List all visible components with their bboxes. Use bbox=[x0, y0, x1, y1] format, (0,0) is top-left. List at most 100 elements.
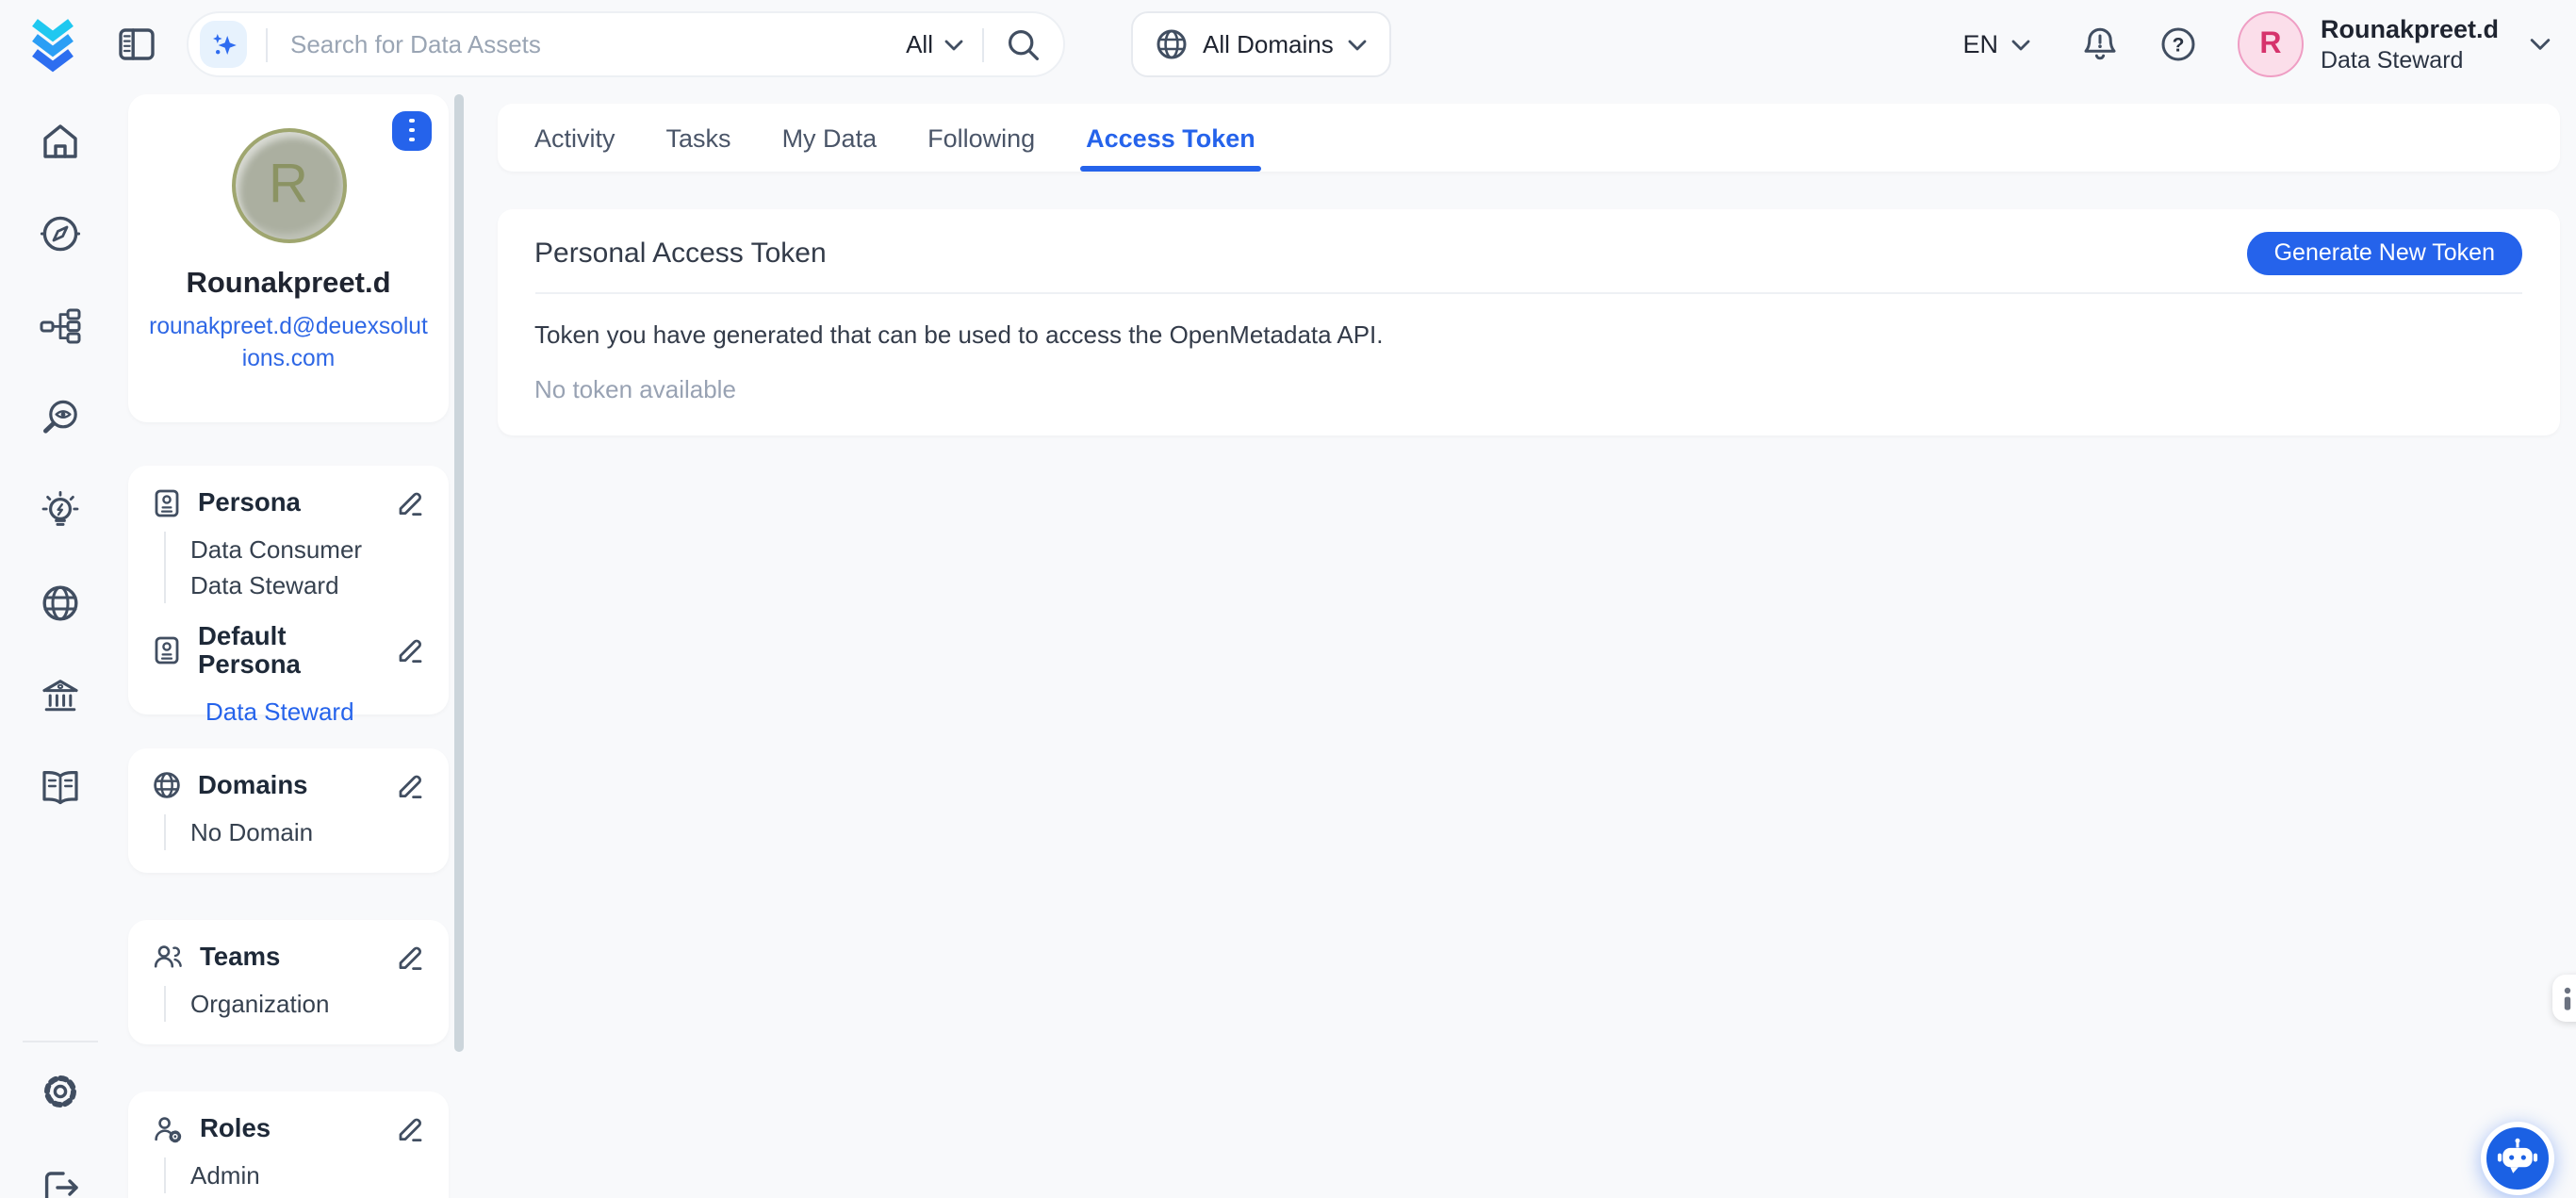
domains-title: Domains bbox=[198, 771, 379, 799]
persona-badge-icon bbox=[153, 487, 181, 517]
ai-sparkle-icon[interactable] bbox=[200, 21, 247, 68]
profile-avatar: R bbox=[231, 127, 346, 242]
panel-left-icon bbox=[119, 28, 155, 60]
robot-icon bbox=[2496, 1137, 2539, 1180]
observability-icon bbox=[37, 396, 82, 441]
widget-handle-icon bbox=[2562, 983, 2576, 1011]
persona-item: Data Consumer bbox=[190, 531, 424, 566]
chevron-down-icon bbox=[944, 39, 963, 50]
persona-badge-icon bbox=[153, 635, 181, 665]
persona-title: Persona bbox=[198, 488, 379, 517]
left-nav-rail bbox=[0, 89, 119, 1198]
search-submit-button[interactable] bbox=[1003, 27, 1044, 61]
profile-card: R Rounakpreet.d rounakpreet.d@deuexsolut… bbox=[128, 93, 449, 421]
nav-explore[interactable] bbox=[35, 209, 84, 258]
tab-activity[interactable]: Activity bbox=[534, 104, 615, 172]
search-scope-select[interactable]: All bbox=[906, 30, 963, 58]
openmetadata-app: All All Domains bbox=[0, 0, 2576, 1198]
persona-card: Persona Data Consumer Data Steward bbox=[128, 465, 449, 714]
profile-avatar-initial: R bbox=[269, 154, 308, 216]
edit-default-persona-button[interactable] bbox=[396, 635, 424, 665]
profile-tabs: Activity Tasks My Data Following Access … bbox=[497, 104, 2559, 172]
nav-domains[interactable] bbox=[35, 579, 84, 628]
nav-observability[interactable] bbox=[35, 394, 84, 443]
roles-user-gear-icon bbox=[153, 1113, 183, 1143]
settings-gear-icon bbox=[37, 1068, 82, 1113]
all-domains-label: All Domains bbox=[1203, 30, 1334, 58]
edit-roles-button[interactable] bbox=[396, 1113, 424, 1143]
bell-icon bbox=[2081, 25, 2119, 64]
user-name: Rounakpreet.d bbox=[2321, 12, 2499, 45]
domains-item: No Domain bbox=[190, 813, 424, 849]
generate-new-token-button[interactable]: Generate New Token bbox=[2248, 232, 2521, 275]
roles-item: Admin bbox=[190, 1157, 424, 1192]
nav-home[interactable] bbox=[35, 117, 84, 166]
profile-panel-scrollbar[interactable] bbox=[453, 93, 464, 1051]
rail-divider bbox=[22, 1040, 97, 1042]
persona-item: Data Steward bbox=[190, 566, 424, 602]
domains-card: Domains No Domain bbox=[128, 747, 449, 872]
nav-settings[interactable] bbox=[35, 1066, 84, 1115]
lineage-icon bbox=[37, 304, 82, 349]
roles-title: Roles bbox=[200, 1114, 379, 1142]
user-menu[interactable]: R Rounakpreet.d Data Steward bbox=[2238, 11, 2557, 77]
globe-icon bbox=[1156, 28, 1188, 60]
side-help-widget-tab[interactable] bbox=[2552, 974, 2576, 1021]
edit-persona-button[interactable] bbox=[396, 487, 424, 517]
edit-pencil-icon bbox=[396, 487, 424, 517]
nav-lineage[interactable] bbox=[35, 302, 84, 351]
domains-globe-icon bbox=[37, 581, 82, 626]
search-divider bbox=[266, 27, 268, 61]
search-icon bbox=[1007, 27, 1041, 61]
token-empty-state: No token available bbox=[534, 375, 2521, 403]
notifications-button[interactable] bbox=[2081, 25, 2119, 64]
tab-my-data[interactable]: My Data bbox=[782, 104, 878, 172]
tab-tasks[interactable]: Tasks bbox=[666, 104, 731, 172]
teams-item: Organization bbox=[190, 985, 424, 1021]
edit-domains-button[interactable] bbox=[396, 770, 424, 800]
edit-teams-button[interactable] bbox=[396, 942, 424, 972]
main-content: Activity Tasks My Data Following Access … bbox=[497, 104, 2559, 435]
default-persona-title: Default Persona bbox=[198, 622, 379, 679]
active-tab-underline bbox=[1080, 166, 1261, 172]
edit-pencil-icon bbox=[396, 635, 424, 665]
roles-card: Roles Admin bbox=[128, 1091, 449, 1198]
profile-options-button[interactable] bbox=[392, 110, 432, 150]
home-icon bbox=[37, 119, 82, 164]
chevron-down-icon bbox=[1349, 39, 1368, 50]
teams-title: Teams bbox=[200, 943, 379, 971]
nav-insights[interactable] bbox=[35, 486, 84, 535]
user-avatar-initial: R bbox=[2259, 27, 2281, 61]
search-divider bbox=[982, 27, 984, 61]
global-search-bar: All bbox=[187, 11, 1065, 77]
nav-glossary[interactable] bbox=[35, 763, 84, 812]
insights-icon bbox=[37, 488, 82, 533]
profile-email-link[interactable]: rounakpreet.d@deuexsolutions.com bbox=[147, 310, 430, 375]
openmetadata-logo-icon[interactable] bbox=[26, 16, 79, 73]
tab-following[interactable]: Following bbox=[927, 104, 1035, 172]
tab-access-token[interactable]: Access Token bbox=[1086, 104, 1255, 172]
logout-icon bbox=[37, 1164, 82, 1198]
govern-bank-icon bbox=[37, 673, 82, 718]
nav-logout[interactable] bbox=[35, 1162, 84, 1198]
help-button[interactable]: ? bbox=[2160, 26, 2196, 62]
globe-icon bbox=[153, 771, 181, 799]
chatbot-button[interactable] bbox=[2481, 1122, 2554, 1195]
teams-icon bbox=[153, 943, 183, 971]
search-input[interactable] bbox=[287, 28, 906, 60]
help-icon: ? bbox=[2160, 26, 2196, 62]
explore-icon bbox=[37, 211, 82, 256]
default-persona-value-link[interactable]: Data Steward bbox=[205, 697, 424, 726]
top-bar: All All Domains bbox=[0, 0, 2576, 89]
sidebar-toggle-button[interactable] bbox=[119, 28, 155, 60]
all-domains-filter[interactable]: All Domains bbox=[1131, 11, 1392, 77]
user-profile-panel: R Rounakpreet.d rounakpreet.d@deuexsolut… bbox=[128, 93, 449, 1198]
personal-access-token-card: Personal Access Token Generate New Token… bbox=[497, 209, 2559, 435]
glossary-book-icon bbox=[37, 765, 82, 811]
token-card-title: Personal Access Token bbox=[534, 238, 827, 270]
teams-card: Teams Organization bbox=[128, 919, 449, 1043]
nav-govern[interactable] bbox=[35, 671, 84, 720]
user-role: Data Steward bbox=[2321, 45, 2499, 76]
language-select[interactable]: EN bbox=[1962, 30, 2030, 58]
token-card-divider bbox=[534, 292, 2521, 294]
